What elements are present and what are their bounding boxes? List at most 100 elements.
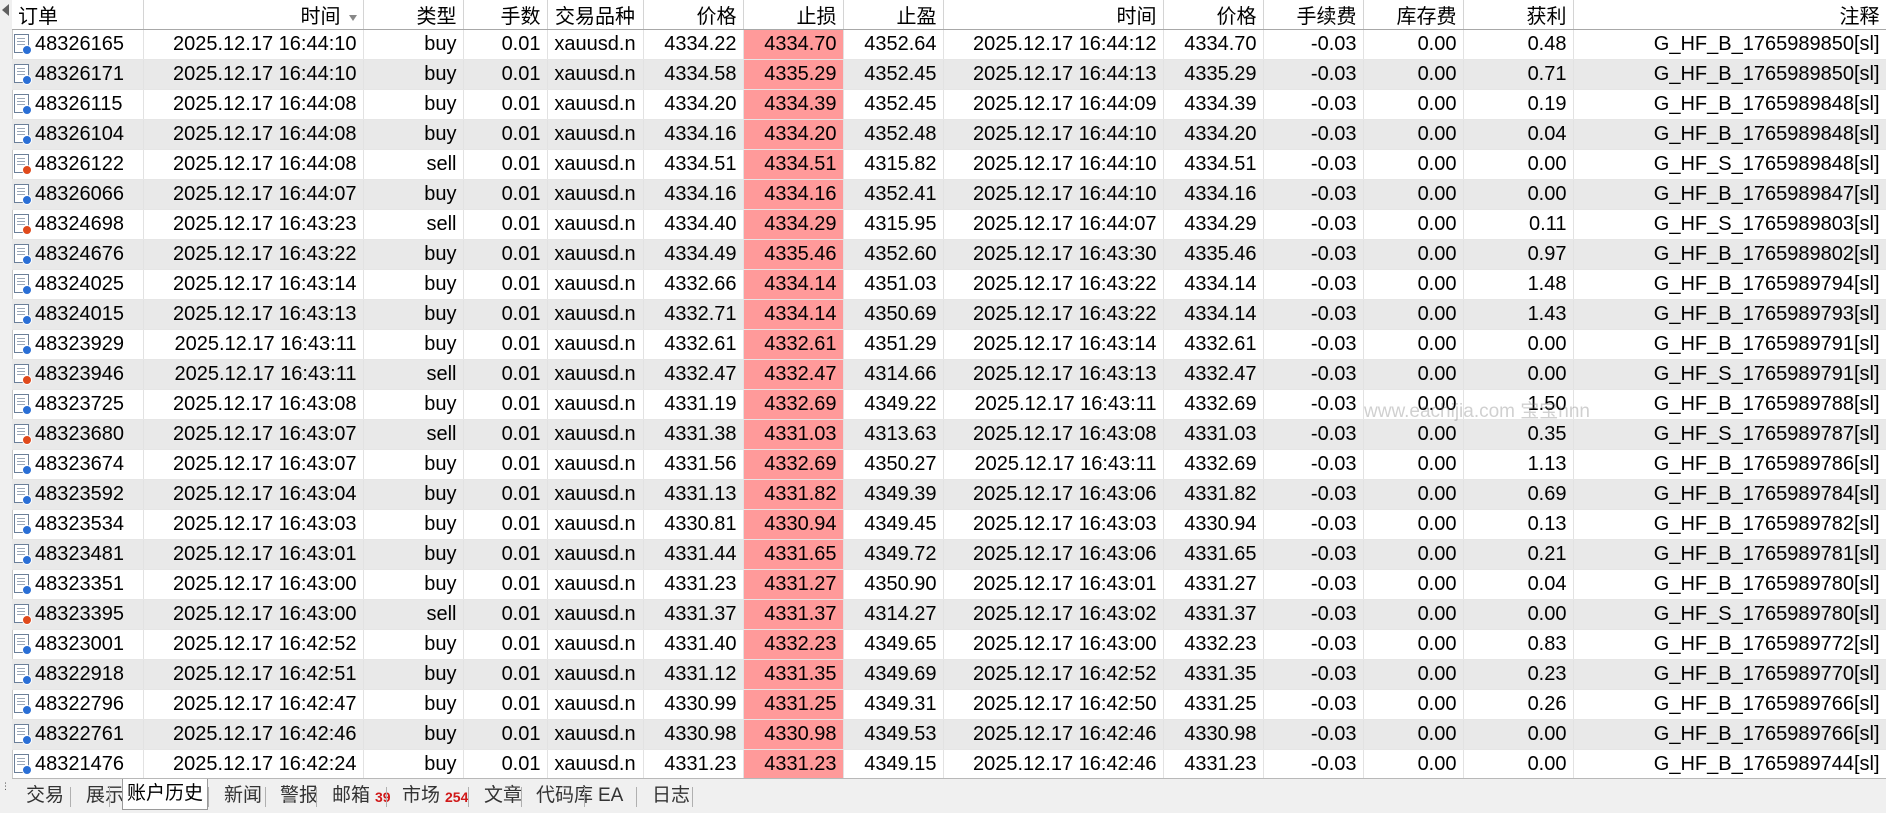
table-row[interactable]: 48324676 2025.12.17 16:43:22 buy 0.01 xa…: [12, 239, 1886, 270]
open-time-cell: 2025.12.17 16:43:08: [143, 389, 364, 420]
order-cell[interactable]: 48321476: [12, 749, 144, 778]
open-price-cell: 4330.81: [643, 509, 744, 540]
table-row[interactable]: 48324025 2025.12.17 16:43:14 buy 0.01 xa…: [12, 269, 1886, 300]
table-row[interactable]: 48322761 2025.12.17 16:42:46 buy 0.01 xa…: [12, 719, 1886, 750]
col-header-volume[interactable]: 手数: [463, 0, 548, 30]
order-document-icon: [14, 154, 32, 175]
table-row[interactable]: 48323680 2025.12.17 16:43:07 sell 0.01 x…: [12, 419, 1886, 450]
order-cell[interactable]: 48323946: [12, 359, 144, 390]
order-cell[interactable]: 48322761: [12, 719, 144, 750]
table-row[interactable]: 48323534 2025.12.17 16:43:03 buy 0.01 xa…: [12, 509, 1886, 540]
order-cell[interactable]: 48323351: [12, 569, 144, 600]
order-cell[interactable]: 48323674: [12, 449, 144, 480]
order-cell[interactable]: 48324698: [12, 209, 144, 240]
table-row[interactable]: 48323351 2025.12.17 16:43:00 buy 0.01 xa…: [12, 569, 1886, 600]
tab-3[interactable]: 新闻: [220, 783, 266, 809]
table-row[interactable]: 48323592 2025.12.17 16:43:04 buy 0.01 xa…: [12, 479, 1886, 510]
profit-cell: 0.00: [1463, 149, 1574, 180]
comment-cell: G_HF_B_1765989782[sl]: [1573, 509, 1886, 540]
swap-cell: 0.00: [1363, 89, 1464, 120]
profit-cell: 0.00: [1463, 359, 1574, 390]
order-cell[interactable]: 48326171: [12, 59, 144, 90]
collapse-arrow-icon[interactable]: [2, 4, 9, 16]
trade-direction-dot: [22, 435, 32, 445]
table-row[interactable]: 48324698 2025.12.17 16:43:23 sell 0.01 x…: [12, 209, 1886, 240]
tab-2[interactable]: 账户历史: [122, 779, 209, 810]
commission-cell: -0.03: [1263, 749, 1364, 778]
table-row[interactable]: 48323946 2025.12.17 16:43:11 sell 0.01 x…: [12, 359, 1886, 390]
table-row[interactable]: 48323001 2025.12.17 16:42:52 buy 0.01 xa…: [12, 629, 1886, 660]
order-cell[interactable]: 48323680: [12, 419, 144, 450]
commission-cell: -0.03: [1263, 119, 1364, 150]
col-header-swap[interactable]: 库存费: [1363, 0, 1464, 30]
profit-cell: 0.13: [1463, 509, 1574, 540]
order-cell[interactable]: 48323481: [12, 539, 144, 570]
table-row[interactable]: 48323481 2025.12.17 16:43:01 buy 0.01 xa…: [12, 539, 1886, 570]
order-cell[interactable]: 48326165: [12, 29, 144, 60]
order-cell[interactable]: 48324025: [12, 269, 144, 300]
order-cell[interactable]: 48326122: [12, 149, 144, 180]
side-strip-grip: ⋮: [1, 781, 10, 791]
table-row[interactable]: 48322796 2025.12.17 16:42:47 buy 0.01 xa…: [12, 689, 1886, 720]
col-header-take-profit[interactable]: 止盈: [843, 0, 944, 30]
tab-5[interactable]: 邮箱 39: [328, 783, 395, 809]
symbol-cell: xauusd.n: [547, 719, 644, 750]
order-cell[interactable]: 48323929: [12, 329, 144, 360]
table-row[interactable]: 48323674 2025.12.17 16:43:07 buy 0.01 xa…: [12, 449, 1886, 480]
col-header-open-time[interactable]: 时间: [143, 0, 364, 30]
col-header-close-time[interactable]: 时间: [943, 0, 1164, 30]
take-profit-cell: 4349.45: [843, 509, 944, 540]
tab-6[interactable]: 市场 254: [398, 783, 472, 809]
trade-direction-dot: [22, 495, 32, 505]
col-header-symbol[interactable]: 交易品种: [547, 0, 644, 30]
col-header-stop-loss[interactable]: 止损: [743, 0, 844, 30]
volume-cell: 0.01: [463, 299, 548, 330]
tab-8[interactable]: 代码库: [532, 783, 597, 809]
table-row[interactable]: 48322918 2025.12.17 16:42:51 buy 0.01 xa…: [12, 659, 1886, 690]
col-header-profit[interactable]: 获利: [1463, 0, 1574, 30]
col-header-comment[interactable]: 注释: [1573, 0, 1886, 30]
order-cell[interactable]: 48323001: [12, 629, 144, 660]
symbol-cell: xauusd.n: [547, 509, 644, 540]
order-cell[interactable]: 48326104: [12, 119, 144, 150]
order-cell[interactable]: 48323395: [12, 599, 144, 630]
table-row[interactable]: 48321476 2025.12.17 16:42:24 buy 0.01 xa…: [12, 749, 1886, 778]
table-row[interactable]: 48326104 2025.12.17 16:44:08 buy 0.01 xa…: [12, 119, 1886, 150]
col-header-order[interactable]: 订单: [12, 0, 144, 30]
table-row[interactable]: 48323395 2025.12.17 16:43:00 sell 0.01 x…: [12, 599, 1886, 630]
col-header-commission[interactable]: 手续费: [1263, 0, 1364, 30]
tab-7[interactable]: 文章: [480, 783, 526, 809]
order-document-icon: [14, 424, 32, 445]
order-cell[interactable]: 48322918: [12, 659, 144, 690]
table-row[interactable]: 48326165 2025.12.17 16:44:10 buy 0.01 xa…: [12, 29, 1886, 60]
col-header-type[interactable]: 类型: [363, 0, 464, 30]
col-header-close-price[interactable]: 价格: [1163, 0, 1264, 30]
table-row[interactable]: 48326122 2025.12.17 16:44:08 sell 0.01 x…: [12, 149, 1886, 180]
order-cell[interactable]: 48323534: [12, 509, 144, 540]
table-row[interactable]: 48324015 2025.12.17 16:43:13 buy 0.01 xa…: [12, 299, 1886, 330]
col-header-open-price[interactable]: 价格: [643, 0, 744, 30]
order-cell[interactable]: 48323592: [12, 479, 144, 510]
type-cell: buy: [363, 479, 464, 510]
tab-10[interactable]: 日志: [648, 783, 694, 809]
order-cell[interactable]: 48326115: [12, 89, 144, 120]
terminal-tab-bar: 交易 展示 账户历史 新闻 警报 邮箱 39 市场 254 文章 代码库 EA 日志: [12, 778, 1886, 813]
tab-0[interactable]: 交易: [22, 783, 68, 809]
order-cell[interactable]: 48323725: [12, 389, 144, 420]
volume-cell: 0.01: [463, 29, 548, 60]
order-cell[interactable]: 48324676: [12, 239, 144, 270]
order-cell[interactable]: 48326066: [12, 179, 144, 210]
table-row[interactable]: 48326066 2025.12.17 16:44:07 buy 0.01 xa…: [12, 179, 1886, 210]
table-row[interactable]: 48323929 2025.12.17 16:43:11 buy 0.01 xa…: [12, 329, 1886, 360]
order-cell[interactable]: 48322796: [12, 689, 144, 720]
order-cell[interactable]: 48324015: [12, 299, 144, 330]
symbol-cell: xauusd.n: [547, 119, 644, 150]
close-price-cell: 4332.23: [1163, 629, 1264, 660]
close-price-cell: 4334.14: [1163, 269, 1264, 300]
table-row[interactable]: 48326115 2025.12.17 16:44:08 buy 0.01 xa…: [12, 89, 1886, 120]
comment-cell: G_HF_B_1765989848[sl]: [1573, 89, 1886, 120]
table-row[interactable]: 48323725 2025.12.17 16:43:08 buy 0.01 xa…: [12, 389, 1886, 420]
open-price-cell: 4332.61: [643, 329, 744, 360]
tab-9[interactable]: EA: [594, 783, 627, 809]
table-row[interactable]: 48326171 2025.12.17 16:44:10 buy 0.01 xa…: [12, 59, 1886, 90]
